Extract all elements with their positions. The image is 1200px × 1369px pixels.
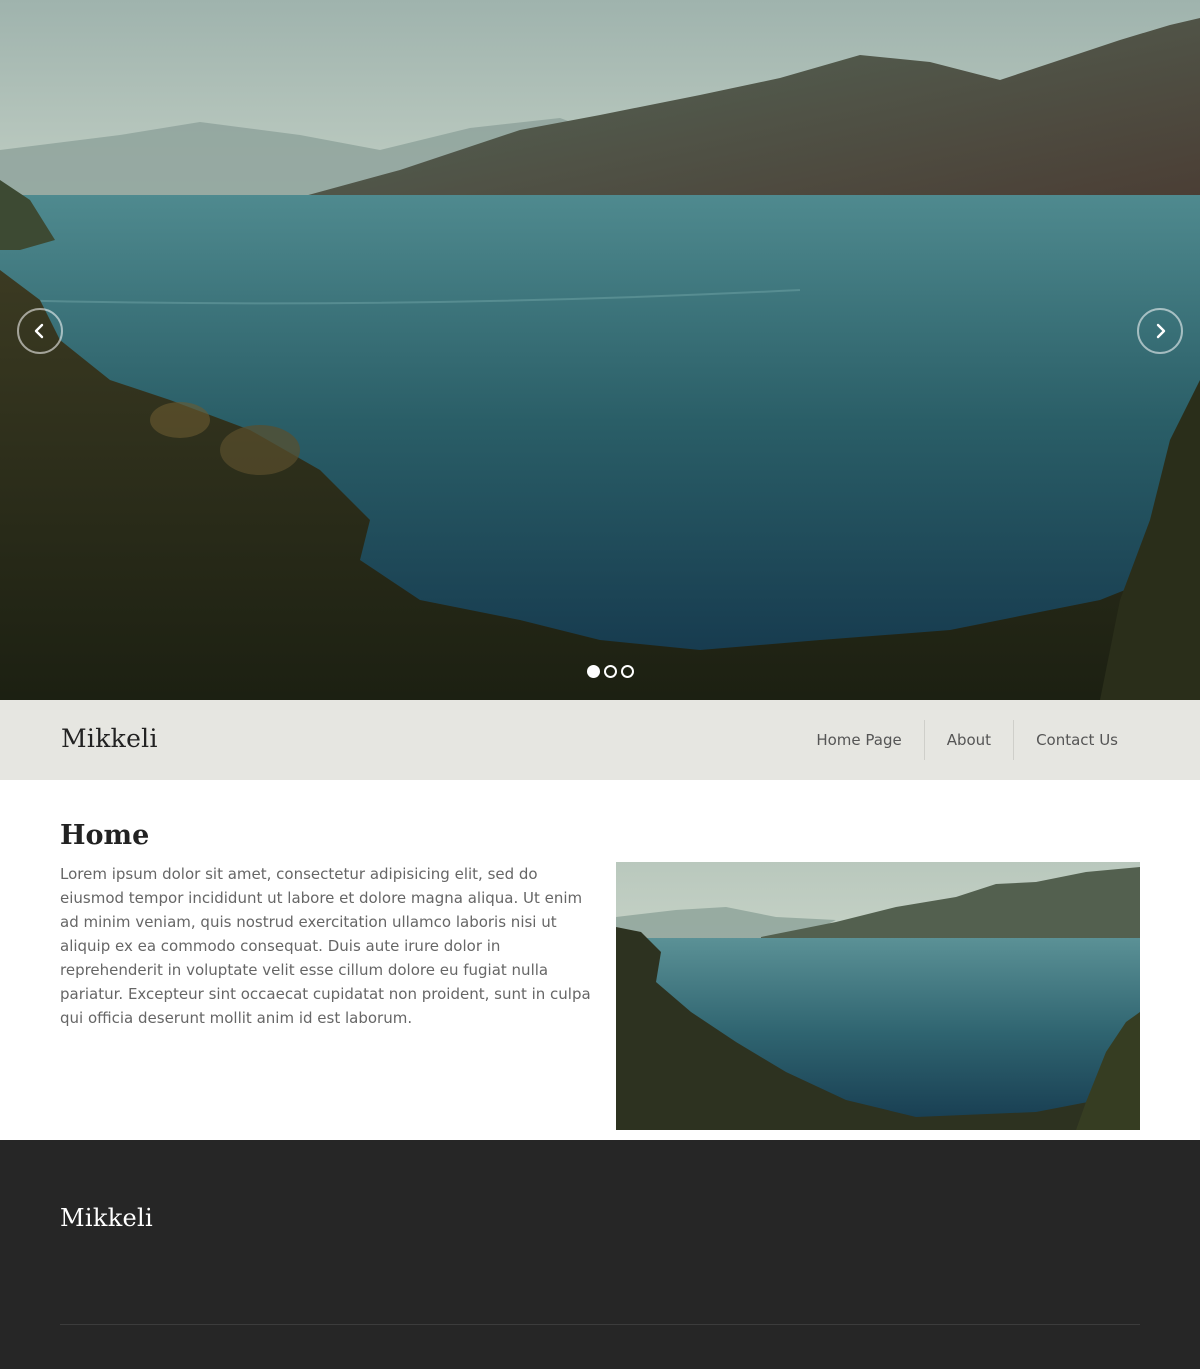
hero-slider [0,0,1200,700]
hero-image [0,0,1200,700]
main-content: Home Lorem ipsum dolor sit amet, consect… [0,780,1200,1140]
chevron-right-icon [1156,323,1166,339]
site-header: Mikkeli Home Page About Contact Us [0,700,1200,780]
nav-item-contact[interactable]: Contact Us [1014,720,1140,760]
slider-dot[interactable] [587,665,600,678]
slider-prev-button[interactable] [17,308,63,354]
site-logo[interactable]: Mikkeli [61,724,158,753]
content-image [616,862,1140,1130]
slider-dot[interactable] [621,665,634,678]
footer-logo: Mikkeli [60,1204,153,1232]
slider-next-button[interactable] [1137,308,1183,354]
footer-divider [60,1324,1140,1325]
page-title: Home [60,820,150,851]
site-footer: Mikkeli [0,1140,1200,1369]
nav-item-about[interactable]: About [925,720,1013,760]
slider-dot[interactable] [604,665,617,678]
slider-pagination [587,665,634,678]
nav-item-home[interactable]: Home Page [794,720,923,760]
body-text: Lorem ipsum dolor sit amet, consectetur … [60,865,591,1027]
chevron-left-icon [34,323,44,339]
main-nav: Home Page About Contact Us [794,720,1140,760]
